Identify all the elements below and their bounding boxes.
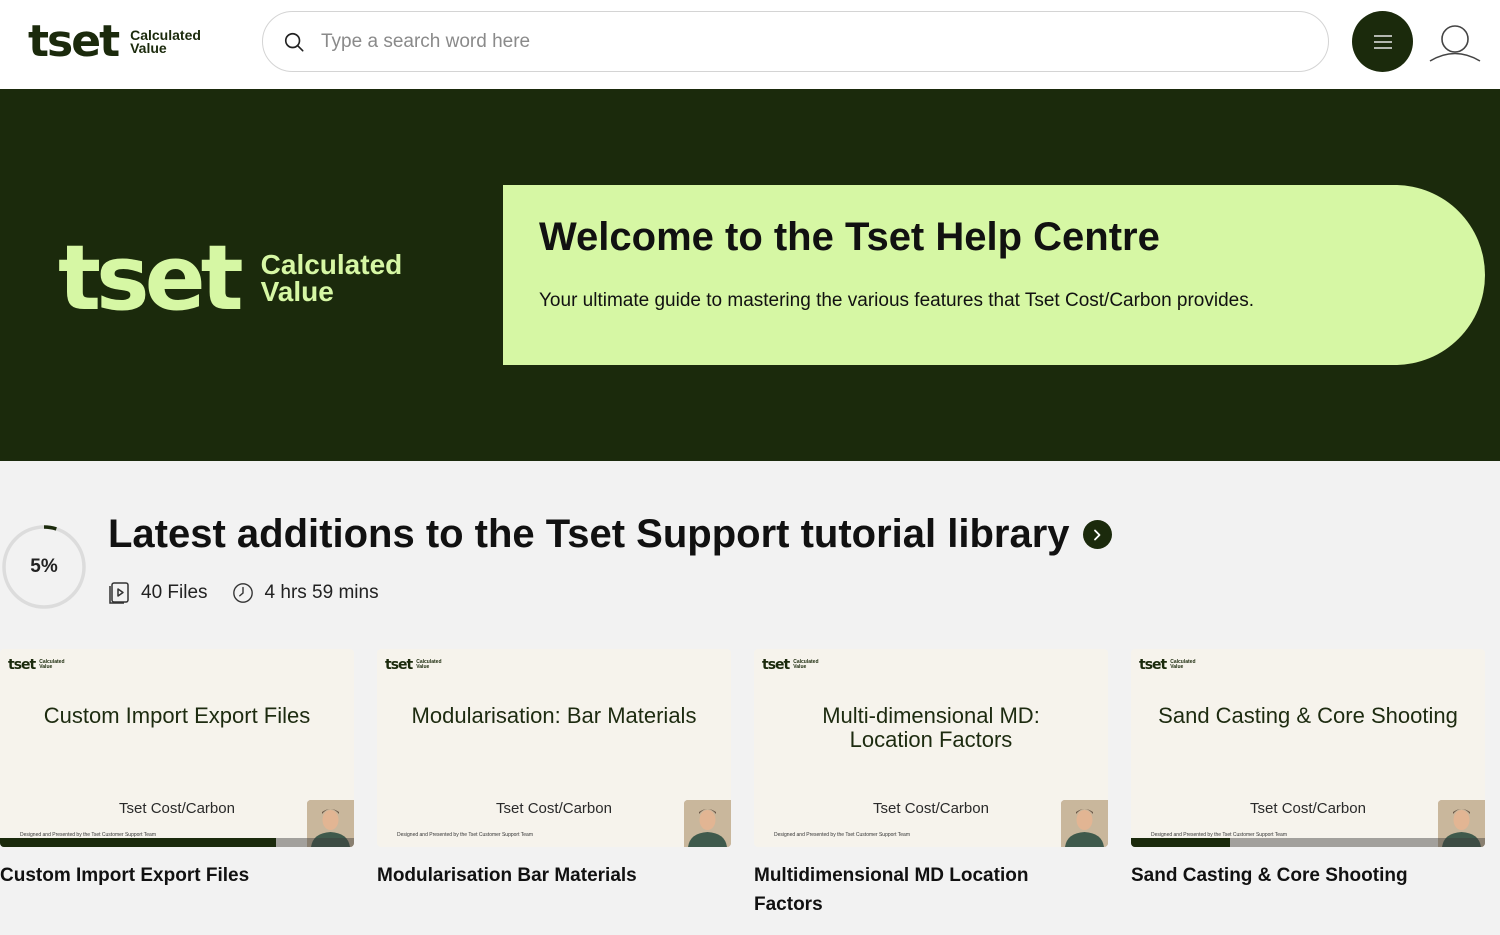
tutorial-card[interactable]: tset Calculated Value Custom Import Expor… xyxy=(0,649,354,890)
logo-tagline: Calculated Value xyxy=(130,28,201,56)
thumbnail-logo: tset Calculated Value xyxy=(762,657,819,673)
tutorial-card[interactable]: tset Calculated Value Sand Casting & Core… xyxy=(1131,649,1485,890)
library-heading: Latest additions to the Tset Support tut… xyxy=(108,512,1112,557)
search-input[interactable] xyxy=(321,30,1281,53)
search-bar[interactable] xyxy=(262,11,1329,72)
thumbnail-logo-tagline: Calculated Value xyxy=(39,659,65,670)
video-file-icon xyxy=(109,582,129,604)
thumbnail-brand: Tset Cost/Carbon xyxy=(1250,800,1366,817)
watch-progress-bar xyxy=(0,838,354,847)
search-icon xyxy=(284,32,304,52)
video-thumbnail[interactable]: tset Calculated Value Modularisation: Bar… xyxy=(377,649,731,847)
hamburger-icon xyxy=(1373,34,1392,49)
hero-logo: tset Calculated Value xyxy=(58,234,402,324)
tset-logo[interactable]: tset Calculated Value xyxy=(28,20,201,64)
tutorial-name[interactable]: Custom Import Export Files xyxy=(0,861,354,890)
watch-progress-fill xyxy=(0,838,277,847)
presenter-avatar xyxy=(1061,800,1108,847)
library-meta: 40 Files 4 hrs 59 mins xyxy=(108,581,379,605)
top-header: tset Calculated Value xyxy=(0,0,1500,89)
thumbnail-brand: Tset Cost/Carbon xyxy=(119,800,235,817)
thumbnail-logo: tset Calculated Value xyxy=(8,657,65,673)
video-thumbnail[interactable]: tset Calculated Value Sand Casting & Core… xyxy=(1131,649,1485,847)
thumbnail-logo: tset Calculated Value xyxy=(385,657,442,673)
thumbnail-brand: Tset Cost/Carbon xyxy=(873,800,989,817)
thumbnail-title: Sand Casting & Core Shooting xyxy=(1158,703,1458,728)
hero-logo-tagline-line-2: Value xyxy=(260,276,334,307)
library-open-button[interactable] xyxy=(1082,520,1112,549)
thumbnail-logo-mark: tset xyxy=(1139,657,1167,673)
welcome-card: Welcome to the Tset Help Centre Your ult… xyxy=(503,185,1485,365)
files-count-label: 40 Files xyxy=(141,582,208,603)
hero-banner: tset Calculated Value Welcome to the Tse… xyxy=(0,89,1500,461)
watch-progress-fill xyxy=(1131,838,1231,847)
tutorial-card[interactable]: tset Calculated Value Multi-dimensional M… xyxy=(754,649,1108,920)
thumbnail-logo-tagline: Calculated Value xyxy=(1170,659,1196,670)
total-duration-label: 4 hrs 59 mins xyxy=(264,582,379,603)
thumbnail-title: Custom Import Export Files xyxy=(43,703,311,728)
presenter-avatar xyxy=(684,800,731,847)
tutorial-name[interactable]: Modularisation Bar Materials xyxy=(377,861,731,890)
thumbnail-credit: Designed and Presented by the Tset Custo… xyxy=(397,832,534,838)
video-thumbnail[interactable]: tset Calculated Value Custom Import Expor… xyxy=(0,649,354,847)
welcome-title: Welcome to the Tset Help Centre xyxy=(539,215,1160,259)
thumbnail-credit: Designed and Presented by the Tset Custo… xyxy=(774,832,911,838)
user-account-icon[interactable] xyxy=(1428,20,1482,64)
watch-progress-bar xyxy=(1131,838,1485,847)
thumbnail-brand: Tset Cost/Carbon xyxy=(496,800,612,817)
clock-icon xyxy=(232,583,253,603)
video-thumbnail[interactable]: tset Calculated Value Multi-dimensional M… xyxy=(754,649,1108,847)
total-duration: 4 hrs 59 mins xyxy=(232,581,379,605)
hero-logo-tagline: Calculated Value xyxy=(260,251,403,307)
thumbnail-logo-mark: tset xyxy=(762,657,790,673)
welcome-subtitle: Your ultimate guide to mastering the var… xyxy=(539,290,1255,311)
logo-tagline-line-2: Value xyxy=(130,40,167,56)
chevron-right-icon xyxy=(1094,529,1101,540)
thumbnail-logo-tagline: Calculated Value xyxy=(793,659,819,670)
library-title: Latest additions to the Tset Support tut… xyxy=(108,512,1070,556)
thumbnail-logo-mark: tset xyxy=(385,657,413,673)
tutorial-name[interactable]: Sand Casting & Core Shooting xyxy=(1131,861,1485,890)
files-count: 40 Files xyxy=(108,581,208,605)
thumbnail-logo: tset Calculated Value xyxy=(1139,657,1196,673)
logo-mark: tset xyxy=(28,16,120,67)
tutorial-name[interactable]: Multidimensional MD Location Factors xyxy=(754,861,1074,920)
thumbnail-logo-mark: tset xyxy=(8,657,36,673)
tutorial-card[interactable]: tset Calculated Value Modularisation: Bar… xyxy=(377,649,731,890)
thumbnail-title: Multi-dimensional MD: Location Factors xyxy=(822,703,1040,753)
menu-button[interactable] xyxy=(1352,11,1413,72)
thumbnail-title: Modularisation: Bar Materials xyxy=(411,703,697,728)
hero-logo-mark: tset xyxy=(58,226,244,331)
progress-percent: 5% xyxy=(30,556,58,577)
thumbnail-logo-tagline: Calculated Value xyxy=(416,659,442,670)
